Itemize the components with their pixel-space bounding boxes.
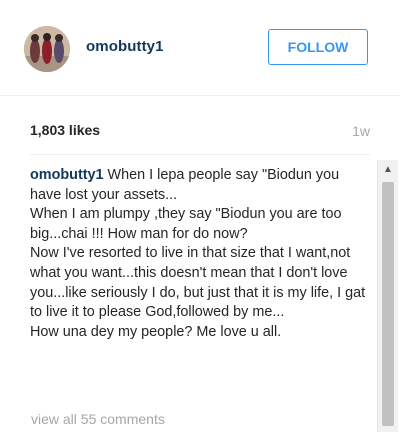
follow-button[interactable]: FOLLOW: [268, 29, 368, 65]
post-header: omobutty1 FOLLOW: [0, 0, 400, 96]
caption-area: omobutty1 When I lepa people say "Biodun…: [0, 156, 400, 432]
post-caption: omobutty1 When I lepa people say "Biodun…: [30, 166, 370, 342]
caption-username[interactable]: omobutty1: [30, 167, 104, 183]
post-username[interactable]: omobutty1: [86, 38, 164, 55]
likes-count[interactable]: 1,803 likes: [30, 122, 100, 138]
avatar[interactable]: [24, 26, 70, 72]
avatar-photo: [24, 26, 70, 72]
post-timestamp[interactable]: 1w: [352, 123, 370, 139]
scrollbar-thumb[interactable]: [382, 182, 394, 426]
likes-row: 1,803 likes 1w: [0, 118, 400, 144]
view-all-comments-link[interactable]: view all 55 comments: [31, 411, 165, 427]
caption-text: When I lepa people say "Biodun you have …: [30, 167, 366, 340]
chevron-up-icon[interactable]: ▲: [378, 162, 398, 178]
divider: [30, 154, 370, 155]
scrollbar[interactable]: ▲: [377, 160, 398, 432]
